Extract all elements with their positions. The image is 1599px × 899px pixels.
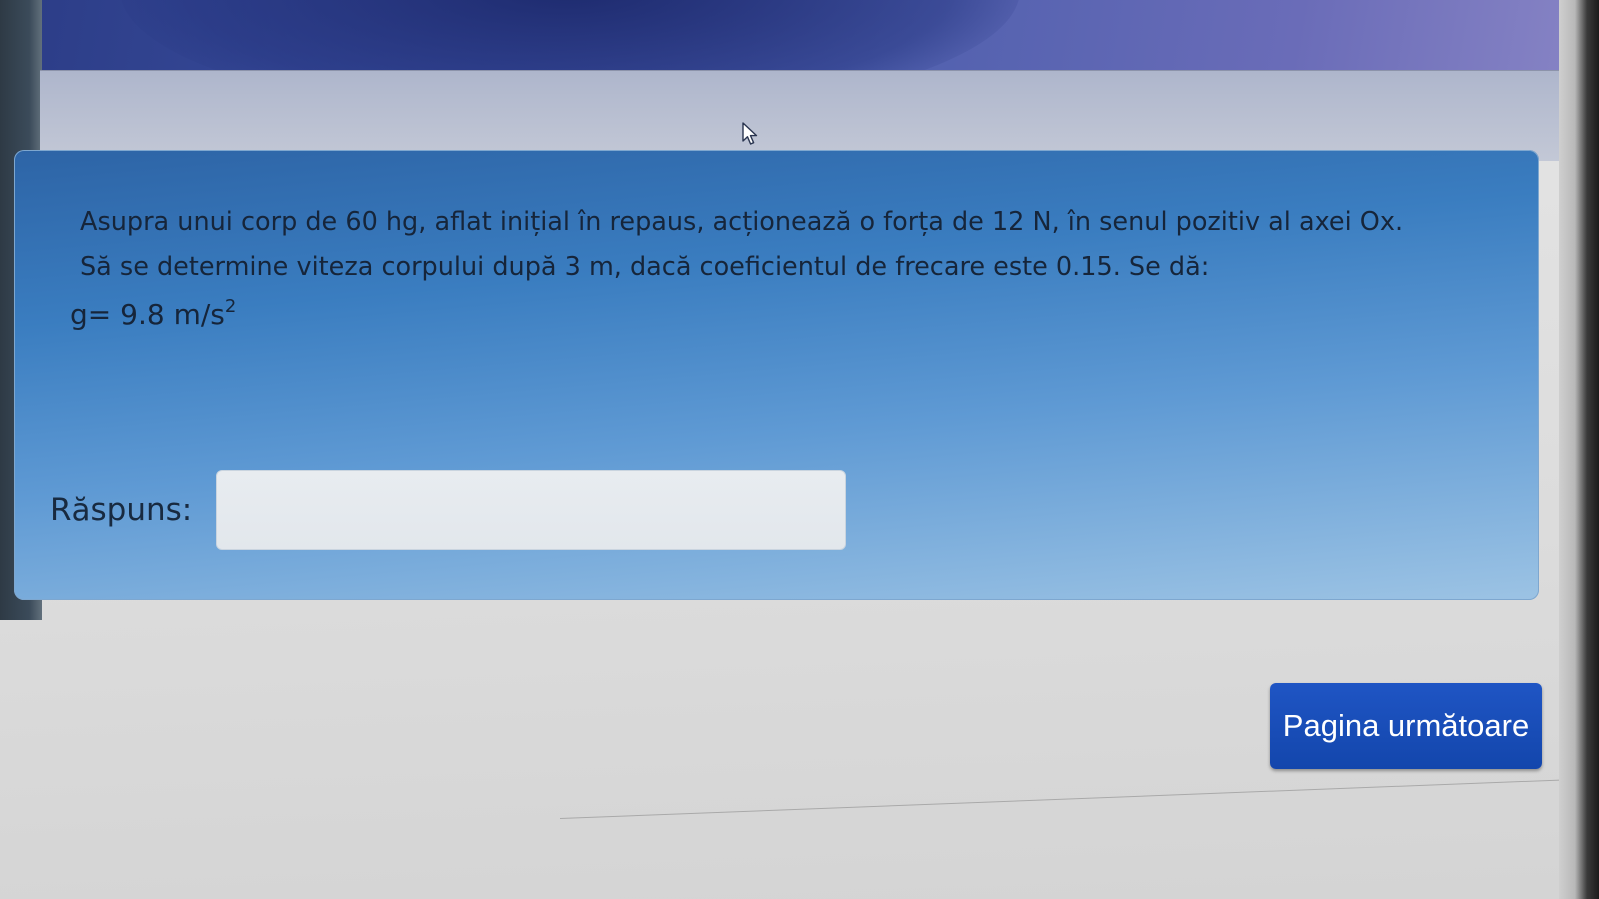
formula-main: g= 9.8 m/s xyxy=(70,298,225,331)
answer-input[interactable] xyxy=(216,470,846,550)
page-header-strip xyxy=(40,70,1560,161)
mouse-pointer-icon xyxy=(742,122,758,145)
given-formula: g= 9.8 m/s2 xyxy=(70,296,236,331)
formula-exponent: 2 xyxy=(224,296,237,317)
next-page-button[interactable]: Pagina următoare xyxy=(1270,683,1542,769)
divider xyxy=(559,779,1570,819)
screen-right-edge xyxy=(1559,0,1599,899)
answer-label: Răspuns: xyxy=(50,492,193,528)
question-text: Asupra unui corp de 60 hg, aflat inițial… xyxy=(80,207,1404,282)
